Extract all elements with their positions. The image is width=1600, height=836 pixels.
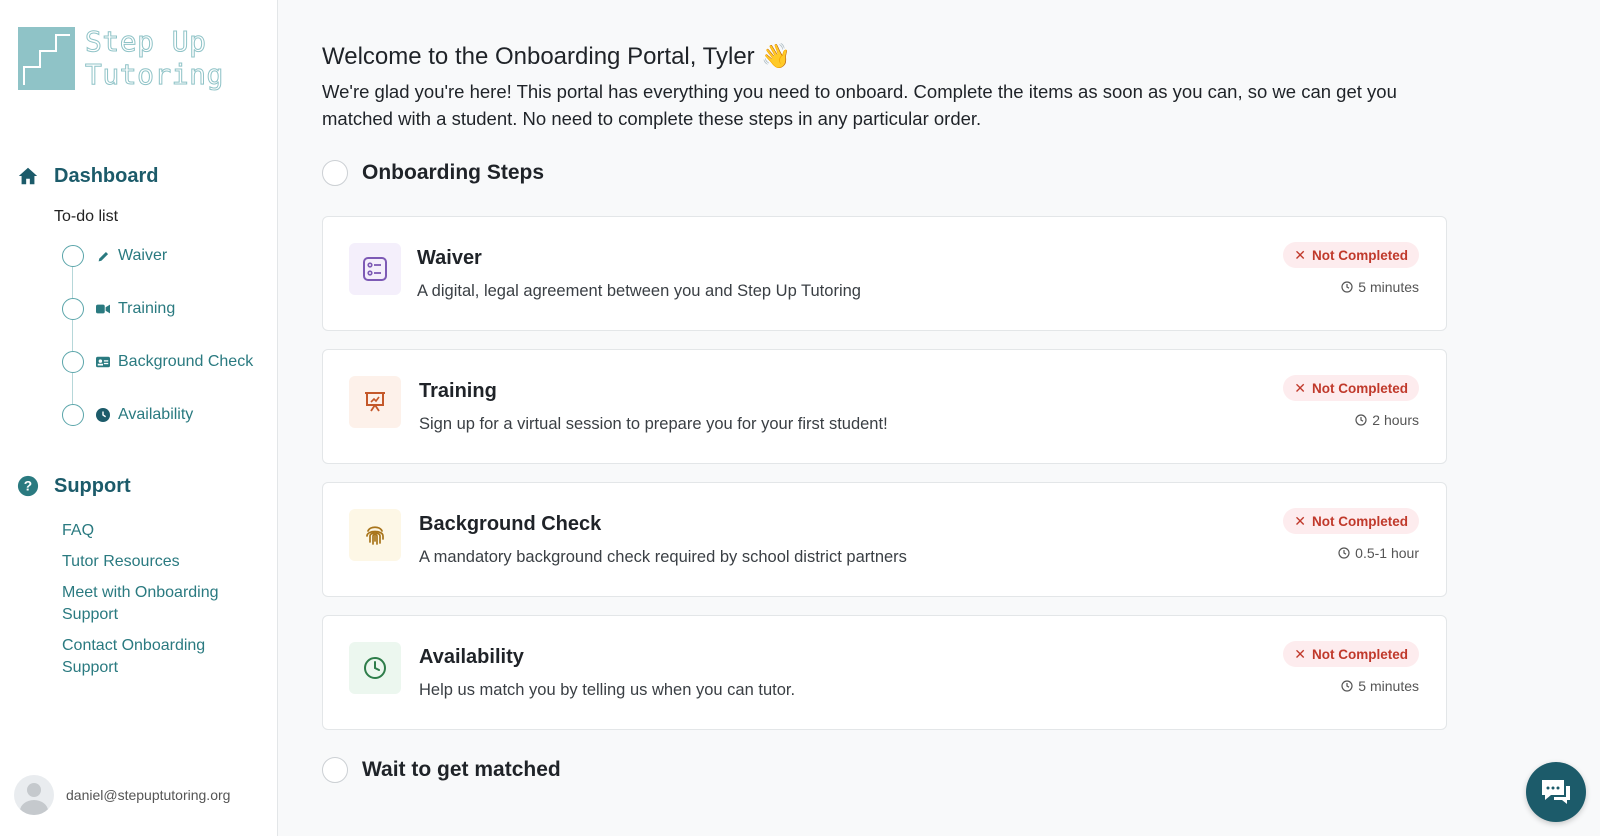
- step-status-circle: [62, 298, 84, 320]
- page-title: Welcome to the Onboarding Portal, Tyler …: [322, 43, 792, 70]
- link-contact-onboarding-support[interactable]: Contact Onboarding Support: [62, 635, 262, 679]
- step-status-circle: [62, 245, 84, 267]
- pencil-icon: [96, 249, 110, 263]
- brand-line-1: Step Up: [85, 25, 207, 59]
- section-status-circle: [322, 160, 348, 186]
- avatar: [14, 775, 54, 815]
- section-title: Wait to get matched: [362, 758, 561, 781]
- card-title: Background Check: [419, 513, 602, 535]
- card-description: Sign up for a virtual session to prepare…: [419, 415, 888, 433]
- x-icon: ✕: [1294, 512, 1306, 529]
- status-text: Not Completed: [1312, 513, 1408, 529]
- duration: 2 hours: [1355, 412, 1419, 428]
- duration-text: 5 minutes: [1358, 678, 1419, 694]
- sidebar-item-label: Availability: [118, 406, 194, 423]
- sidebar-item-label: Background Check: [118, 353, 254, 370]
- clock-icon: [1341, 680, 1353, 692]
- presentation-icon: [349, 376, 401, 428]
- x-icon: ✕: [1294, 645, 1306, 662]
- clock-icon: [1355, 414, 1367, 426]
- card-availability[interactable]: Availability Help us match you by tellin…: [322, 615, 1447, 730]
- section-onboarding-steps: Onboarding Steps: [322, 160, 544, 186]
- card-description: A mandatory background check required by…: [419, 548, 907, 566]
- step-connector: [72, 320, 73, 351]
- nav-support[interactable]: ? Support: [16, 474, 131, 498]
- home-icon: [16, 164, 40, 188]
- chat-icon: [1542, 780, 1570, 804]
- duration: 5 minutes: [1341, 279, 1419, 295]
- status-badge: ✕ Not Completed: [1283, 641, 1419, 667]
- support-links: FAQ Tutor Resources Meet with Onboarding…: [62, 520, 262, 688]
- clock-icon: [96, 408, 110, 422]
- sidebar: Step Up Tutoring Dashboard To-do list Wa…: [0, 0, 278, 836]
- card-title: Training: [419, 380, 497, 402]
- video-icon: [96, 302, 110, 316]
- sidebar-item-waiver[interactable]: Waiver: [62, 245, 253, 298]
- user-profile[interactable]: daniel@stepuptutoring.org: [14, 775, 230, 815]
- status-badge: ✕ Not Completed: [1283, 508, 1419, 534]
- status-text: Not Completed: [1312, 247, 1408, 263]
- step-status-circle: [62, 351, 84, 373]
- link-meet-onboarding-support[interactable]: Meet with Onboarding Support: [62, 582, 262, 626]
- duration-text: 5 minutes: [1358, 279, 1419, 295]
- sidebar-item-background-check[interactable]: Background Check: [62, 351, 254, 404]
- chat-button[interactable]: [1526, 762, 1586, 822]
- link-tutor-resources[interactable]: Tutor Resources: [62, 551, 262, 573]
- nav-support-label: Support: [54, 474, 131, 497]
- step-status-circle: [62, 404, 84, 426]
- card-title: Waiver: [417, 247, 482, 269]
- status-text: Not Completed: [1312, 380, 1408, 396]
- sidebar-item-label: Training: [118, 300, 176, 317]
- fingerprint-icon: [349, 509, 401, 561]
- duration: 0.5-1 hour: [1338, 545, 1419, 561]
- clock-icon: [349, 642, 401, 694]
- user-email: daniel@stepuptutoring.org: [66, 787, 231, 803]
- card-description: Help us match you by telling us when you…: [419, 681, 796, 699]
- x-icon: ✕: [1294, 246, 1306, 263]
- duration: 5 minutes: [1341, 678, 1419, 694]
- status-badge: ✕ Not Completed: [1283, 242, 1419, 268]
- help-circle-icon: ?: [16, 474, 40, 498]
- duration-text: 2 hours: [1372, 412, 1419, 428]
- brand-line-2: Tutoring: [85, 58, 224, 92]
- todo-steps: Waiver Training Background Check Availab…: [62, 245, 253, 457]
- nav-dashboard[interactable]: Dashboard: [16, 164, 158, 188]
- todo-list-label: To-do list: [54, 208, 119, 225]
- checklist-icon: [349, 243, 401, 295]
- sidebar-item-availability[interactable]: Availability: [62, 404, 253, 426]
- link-faq[interactable]: FAQ: [62, 520, 262, 542]
- main-content: Welcome to the Onboarding Portal, Tyler …: [278, 0, 1600, 836]
- brand-name: Step Up Tutoring: [85, 25, 224, 92]
- id-card-icon: [96, 355, 110, 369]
- nav-dashboard-label: Dashboard: [54, 164, 159, 187]
- intro-text: We're glad you're here! This portal has …: [322, 81, 1397, 129]
- x-icon: ✕: [1294, 379, 1306, 396]
- step-connector: [72, 373, 73, 404]
- status-badge: ✕ Not Completed: [1283, 375, 1419, 401]
- status-text: Not Completed: [1312, 646, 1408, 662]
- section-wait-matched: Wait to get matched: [322, 757, 561, 783]
- clock-icon: [1341, 281, 1353, 293]
- section-title: Onboarding Steps: [362, 161, 545, 184]
- logo-mark: [18, 26, 75, 90]
- card-description: A digital, legal agreement between you a…: [417, 282, 861, 300]
- sidebar-item-training[interactable]: Training: [62, 298, 253, 351]
- clock-icon: [1338, 547, 1350, 559]
- card-title: Availability: [419, 646, 524, 668]
- card-training[interactable]: Training Sign up for a virtual session t…: [322, 349, 1447, 464]
- section-status-circle: [322, 757, 348, 783]
- step-connector: [72, 267, 73, 298]
- svg-text:?: ?: [24, 479, 32, 494]
- card-background-check[interactable]: Background Check A mandatory background …: [322, 482, 1447, 597]
- sidebar-item-label: Waiver: [118, 247, 168, 264]
- brand-logo[interactable]: Step Up Tutoring: [18, 25, 224, 92]
- card-waiver[interactable]: Waiver A digital, legal agreement betwee…: [322, 216, 1447, 331]
- duration-text: 0.5-1 hour: [1355, 545, 1419, 561]
